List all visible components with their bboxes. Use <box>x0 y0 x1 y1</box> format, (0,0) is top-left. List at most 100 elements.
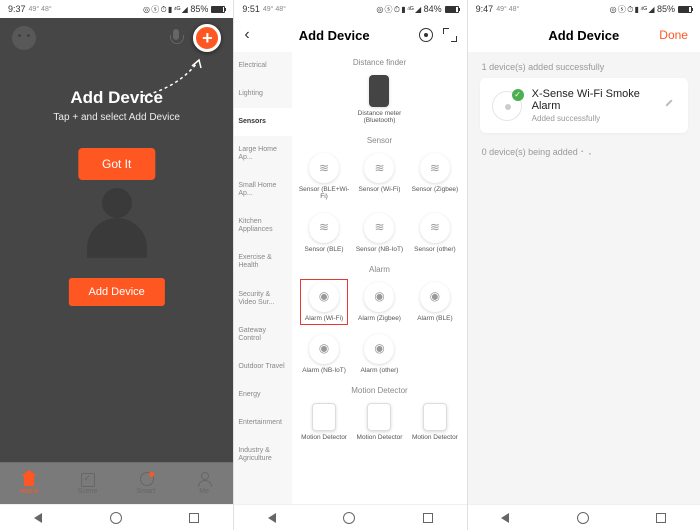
category-item[interactable]: Small Home Ap... <box>234 172 292 208</box>
device-cell[interactable]: ≋Sensor (NB-IoT) <box>353 213 405 253</box>
section-header: Alarm <box>296 259 462 276</box>
section-header: Motion Detector <box>296 380 462 397</box>
no-device-illustration <box>72 188 162 258</box>
device-cell[interactable]: ◉Alarm (Zigbee) <box>353 282 405 322</box>
category-item[interactable]: Gateway Control <box>234 317 292 353</box>
device-card: ✓ X-Sense Wi-Fi Smoke Alarm Added succes… <box>480 78 688 133</box>
device-cell-alarm-wifi[interactable]: ◉Alarm (Wi-Fi) <box>298 282 350 322</box>
category-item[interactable]: Exercise & Health <box>234 244 292 280</box>
status-time: 9:47 <box>476 4 494 14</box>
status-icons: ◎ ⓢ ⏱ ▮ ⁴ᴳ ◢ <box>610 4 654 15</box>
category-item[interactable]: Sensors <box>234 108 292 136</box>
status-bar: 9:51 49° 48° ◎ ⓢ ⏱ ▮ ⁴ᴳ ◢ 84% <box>234 0 466 18</box>
nav-recent-icon[interactable] <box>189 513 199 523</box>
category-item[interactable]: Lighting <box>234 80 292 108</box>
page-header: ‹ Add Device <box>234 18 466 52</box>
category-sidebar: Electrical Lighting Sensors Large Home A… <box>234 52 292 504</box>
category-item[interactable]: Kitchen Appliances <box>234 208 292 244</box>
alarm-icon: ◉ <box>309 282 339 312</box>
battery-pct: 84% <box>424 4 442 14</box>
nav-back-icon[interactable] <box>34 513 42 523</box>
android-nav-bar <box>0 504 233 530</box>
motion-detector-icon <box>367 403 391 431</box>
sensor-icon: ≋ <box>309 153 339 183</box>
nav-home-icon[interactable] <box>577 512 589 524</box>
status-temp: 49° 48° <box>496 6 519 13</box>
battery-pct: 85% <box>190 4 208 14</box>
add-device-button[interactable]: Add Device <box>69 278 165 306</box>
category-item[interactable]: Outdoor Travel <box>234 353 292 381</box>
sensor-icon: ≋ <box>364 153 394 183</box>
category-item[interactable]: Electrical <box>234 52 292 80</box>
status-icons: ◎ ⓢ ⏱ ▮ ⁴ᴳ ◢ <box>143 4 187 15</box>
page-title: Add Device <box>548 28 619 43</box>
add-button[interactable]: + <box>193 24 221 52</box>
page-title: Add Device <box>299 28 370 43</box>
tab-me[interactable]: Me <box>175 463 233 504</box>
nav-recent-icon[interactable] <box>423 513 433 523</box>
tab-home[interactable]: Home <box>0 463 58 504</box>
device-cell[interactable]: Motion Detector <box>353 403 405 441</box>
page-header: Add Device Done <box>468 18 700 52</box>
nav-back-icon[interactable] <box>268 513 276 523</box>
category-item[interactable]: Large Home Ap... <box>234 136 292 172</box>
tab-smart[interactable]: Smart <box>117 463 175 504</box>
done-button[interactable]: Done <box>659 28 688 42</box>
device-cell[interactable]: ≋Sensor (BLE+Wi-Fi) <box>298 153 350 200</box>
sensor-icon: ≋ <box>309 213 339 243</box>
section-header: Sensor <box>296 130 462 147</box>
nav-home-icon[interactable] <box>110 512 122 524</box>
device-grid[interactable]: Distance finder Distance meter (Bluetoot… <box>292 52 466 504</box>
nav-recent-icon[interactable] <box>656 513 666 523</box>
category-item[interactable]: Entertainment <box>234 409 292 437</box>
tutorial-subtitle: Tap + and select Add Device <box>0 112 233 123</box>
device-status: Added successfully <box>532 114 652 123</box>
device-cell[interactable]: ≋Sensor (other) <box>409 213 461 253</box>
android-nav-bar <box>234 504 466 530</box>
alarm-icon: ◉ <box>364 334 394 364</box>
device-cell[interactable]: Motion Detector <box>298 403 350 441</box>
alarm-icon: ◉ <box>364 282 394 312</box>
success-count-label: 1 device(s) added successfully <box>468 52 700 78</box>
home-icon <box>21 472 37 486</box>
battery-pct: 85% <box>657 4 675 14</box>
alarm-icon: ◉ <box>309 334 339 364</box>
checkmark-icon: ✓ <box>512 89 524 101</box>
device-cell[interactable]: ≋Sensor (BLE) <box>298 213 350 253</box>
battery-icon <box>678 6 692 13</box>
qr-scan-button[interactable] <box>443 28 457 42</box>
status-temp: 49° 48° <box>29 6 52 13</box>
back-button[interactable]: ‹ <box>244 26 249 44</box>
battery-icon <box>445 6 459 13</box>
device-cell[interactable]: ◉Alarm (other) <box>353 334 405 374</box>
category-item[interactable]: Security & Video Sur... <box>234 281 292 317</box>
device-cell[interactable]: ◉Alarm (NB-IoT) <box>298 334 350 374</box>
status-time: 9:51 <box>242 4 260 14</box>
alarm-icon: ◉ <box>420 282 450 312</box>
nav-back-icon[interactable] <box>501 513 509 523</box>
category-item[interactable]: Industry & Agriculture <box>234 437 292 473</box>
status-temp: 49° 48° <box>263 6 286 13</box>
mic-icon <box>169 29 183 47</box>
avatar-icon <box>12 26 36 50</box>
device-cell[interactable]: ◉Alarm (BLE) <box>409 282 461 322</box>
adding-count-label: 0 device(s) being added ⠂⠄ <box>468 133 700 158</box>
category-item[interactable]: Energy <box>234 381 292 409</box>
status-bar: 9:47 49° 48° ◎ ⓢ ⏱ ▮ ⁴ᴳ ◢ 85% <box>468 0 700 18</box>
status-bar: 9:37 49° 48° ◎ ⓢ ⏱ ▮ ⁴ᴳ ◢ 85% <box>0 0 233 18</box>
smoke-alarm-icon: ✓ <box>492 91 522 121</box>
android-nav-bar <box>468 504 700 530</box>
device-cell[interactable]: Motion Detector <box>409 403 461 441</box>
motion-detector-icon <box>423 403 447 431</box>
device-cell[interactable]: ≋Sensor (Zigbee) <box>409 153 461 200</box>
device-cell[interactable]: Distance meter (Bluetooth) <box>353 75 405 124</box>
nav-home-icon[interactable] <box>343 512 355 524</box>
device-cell[interactable]: ≋Sensor (Wi-Fi) <box>353 153 405 200</box>
edit-icon[interactable] <box>662 99 676 113</box>
device-thumb-icon <box>369 75 389 107</box>
got-it-button[interactable]: Got It <box>78 148 155 180</box>
sensor-icon: ≋ <box>364 213 394 243</box>
bottom-tab-bar: Home Scene Smart Me <box>0 462 233 504</box>
auto-scan-button[interactable] <box>419 28 433 42</box>
tab-scene[interactable]: Scene <box>58 463 116 504</box>
